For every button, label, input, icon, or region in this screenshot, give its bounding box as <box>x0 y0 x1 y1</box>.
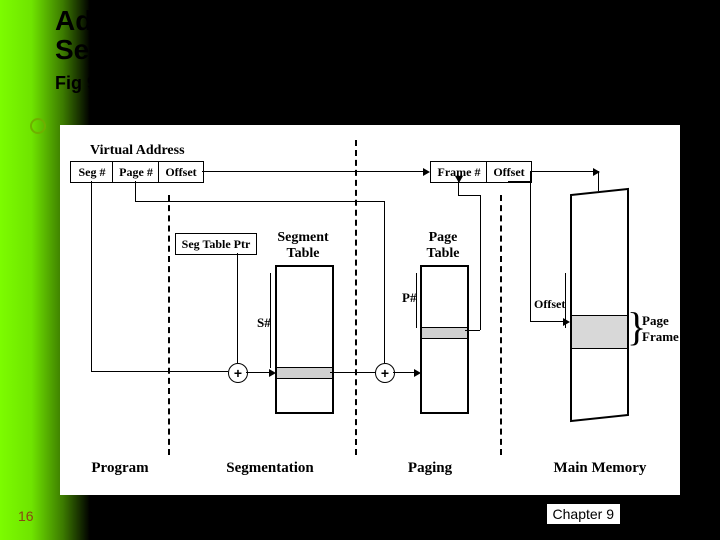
main-memory <box>570 185 629 425</box>
col-segmentation: Segmentation <box>210 460 330 477</box>
segment-table-entry <box>277 367 332 379</box>
virtual-address-label: Virtual Address <box>90 143 185 159</box>
title-line-3: Fig 9. 21) <box>55 73 133 93</box>
col-program: Program <box>80 460 160 477</box>
wire <box>508 181 530 182</box>
wire <box>270 273 271 368</box>
wire <box>393 372 419 373</box>
p-num-label: P# <box>402 290 416 306</box>
adder-1: + <box>228 363 248 383</box>
wire <box>598 171 599 191</box>
title-line-2: Segmentation/Paging System <box>55 34 449 65</box>
wire <box>530 171 531 321</box>
divider-3 <box>500 195 502 455</box>
s-num-label: S# <box>257 315 271 331</box>
page-table-label: Page Table <box>418 230 468 262</box>
seg-table-ptr-cell: Seg Table Ptr <box>175 233 257 255</box>
va-seg-cell: Seg # <box>70 161 114 183</box>
page-frame-label: Page Frame <box>642 313 679 345</box>
mem-torn-top <box>570 174 629 196</box>
page-frame-highlight <box>572 315 627 349</box>
mem-offset-label: Offset <box>534 297 565 312</box>
title-suffix: (see also <box>449 43 526 63</box>
segment-table-label: Segment Table <box>273 230 333 262</box>
segment-table <box>275 265 334 414</box>
mem-torn-bottom <box>570 414 629 436</box>
title-line-1: Address Translation in Combined <box>55 5 502 36</box>
wire <box>530 171 598 172</box>
frame-offset-cell: Offset <box>486 161 532 183</box>
wire <box>135 181 136 201</box>
wire <box>458 181 459 195</box>
wire <box>530 321 568 322</box>
col-paging: Paging <box>390 460 470 477</box>
col-mainmem: Main Memory <box>540 460 660 477</box>
divider-2 <box>355 140 357 455</box>
wire <box>480 195 481 330</box>
slide-title: Address Translation in Combined Segmenta… <box>55 6 695 94</box>
page-table-entry <box>422 327 467 339</box>
chapter-label: Chapter 9 <box>547 504 620 524</box>
wire <box>384 201 385 363</box>
bullet-icon <box>30 118 46 134</box>
page-table <box>420 265 469 414</box>
wire <box>416 273 417 328</box>
wire <box>330 372 375 373</box>
slide: Address Translation in Combined Segmenta… <box>0 0 720 540</box>
page-number: 16 <box>18 508 34 524</box>
va-page-cell: Page # <box>112 161 160 183</box>
wire <box>458 195 480 196</box>
va-offset-cell: Offset <box>158 161 204 183</box>
wire <box>246 372 274 373</box>
wire <box>91 181 92 371</box>
wire <box>202 171 428 172</box>
adder-2: + <box>375 363 395 383</box>
wire <box>135 201 384 202</box>
wire <box>465 330 480 331</box>
wire <box>91 371 228 372</box>
wire <box>237 253 238 363</box>
divider-1 <box>168 195 170 455</box>
address-translation-diagram: Virtual Address Seg # Page # Offset Seg … <box>60 125 680 495</box>
